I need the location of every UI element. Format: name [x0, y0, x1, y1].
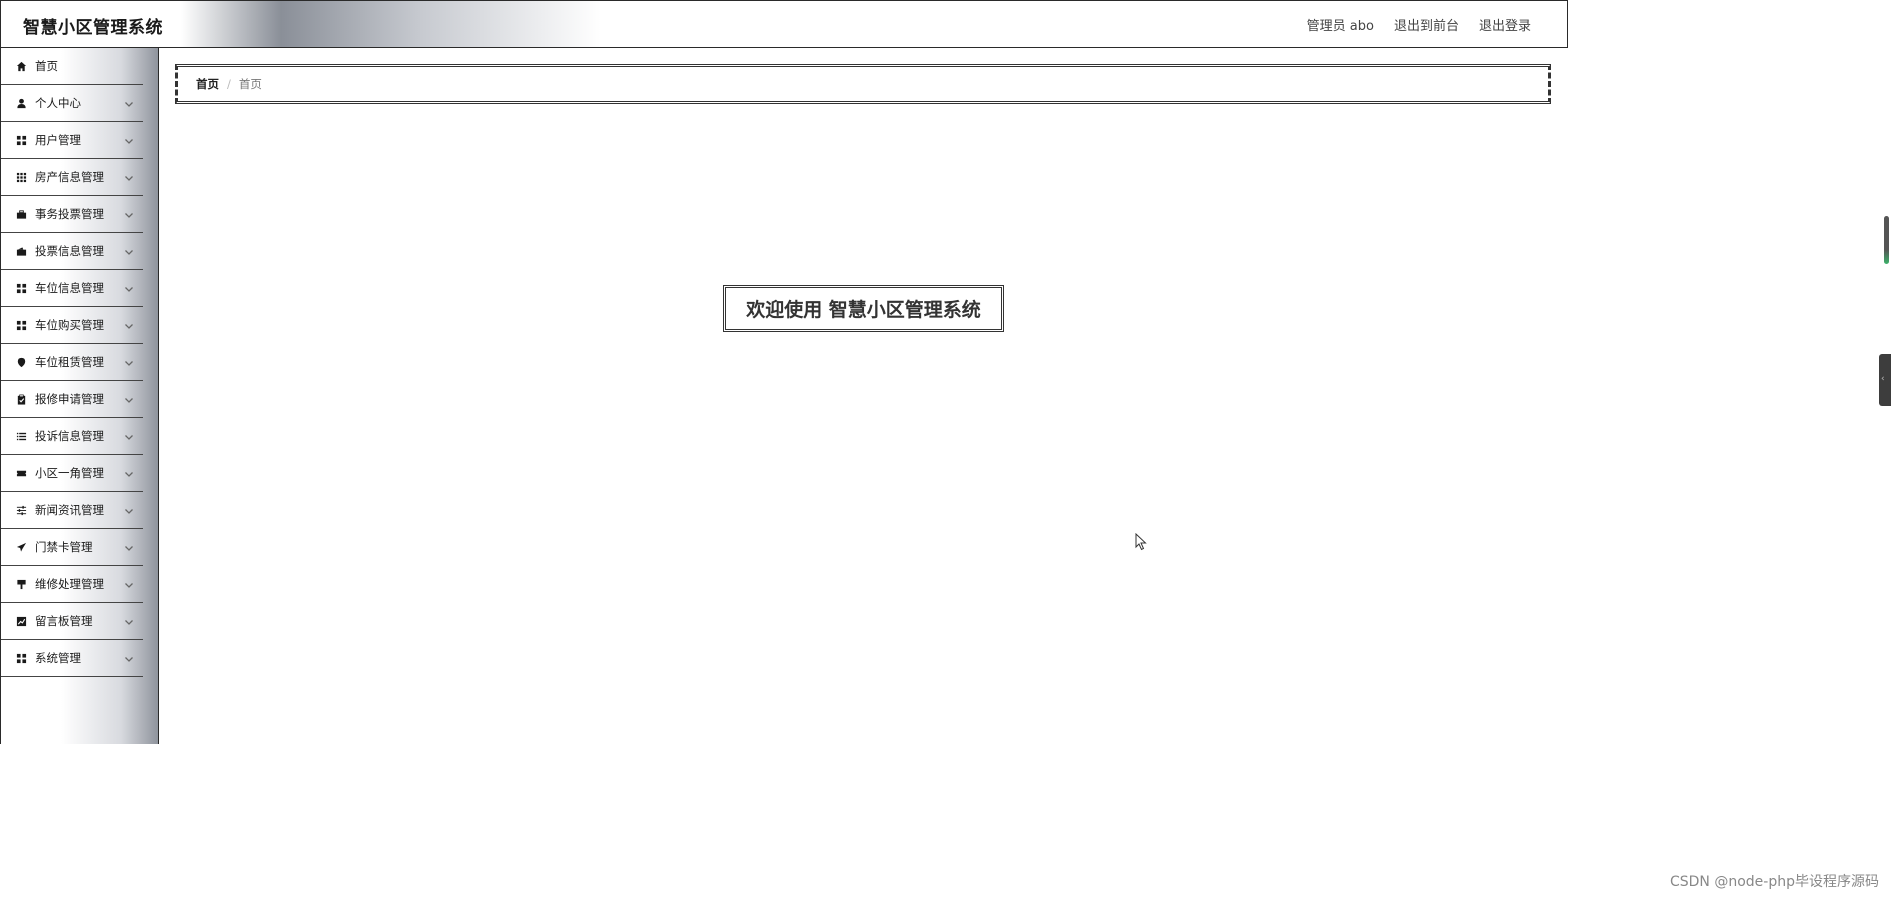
sidebar-item-11[interactable]: 投诉信息管理 — [1, 418, 143, 455]
sidebar-item-label: 系统管理 — [35, 651, 81, 665]
chevron-down-icon — [124, 135, 134, 145]
chevron-down-icon — [124, 98, 134, 108]
sidebar-item-15[interactable]: 维修处理管理 — [1, 566, 143, 603]
header-nav: 管理员 abo 退出到前台 退出登录 — [1307, 15, 1531, 34]
briefcase-icon — [15, 208, 27, 220]
list-icon — [15, 430, 27, 442]
sidebar-item-9[interactable]: 车位租赁管理 — [1, 344, 143, 381]
chevron-down-icon — [124, 431, 134, 441]
sidebar-item-6[interactable]: 投票信息管理 — [1, 233, 143, 270]
chevron-down-icon — [124, 320, 134, 330]
sidebar-item-2[interactable]: 个人中心 — [1, 85, 143, 122]
chevron-down-icon — [124, 246, 134, 256]
chevron-down-icon — [124, 653, 134, 663]
breadcrumb-home[interactable]: 首页 — [196, 76, 219, 92]
sidebar-item-label: 留言板管理 — [35, 614, 93, 628]
sliders-icon — [15, 504, 27, 516]
sidebar-item-7[interactable]: 车位信息管理 — [1, 270, 143, 307]
sidebar-item-label: 新闻资讯管理 — [35, 503, 104, 517]
sidebar-item-3[interactable]: 用户管理 — [1, 122, 143, 159]
breadcrumb-separator: / — [227, 77, 231, 91]
logout-link[interactable]: 退出登录 — [1479, 15, 1531, 34]
sidebar-item-16[interactable]: 留言板管理 — [1, 603, 143, 640]
sidebar-item-label: 房产信息管理 — [35, 170, 104, 184]
chevron-down-icon — [124, 505, 134, 515]
sidebar-item-10[interactable]: 报修申请管理 — [1, 381, 143, 418]
welcome-banner: 欢迎使用 智慧小区管理系统 — [723, 285, 1004, 332]
chevron-down-icon — [124, 209, 134, 219]
exit-to-front-link[interactable]: 退出到前台 — [1394, 15, 1459, 34]
sidebar-item-label: 首页 — [35, 59, 58, 73]
current-user-label: 管理员 abo — [1306, 19, 1374, 34]
sidebar-item-label: 用户管理 — [35, 133, 81, 147]
scrollbar-thumb[interactable] — [1884, 216, 1889, 264]
sidebar-item-label: 投票信息管理 — [35, 244, 104, 258]
app-title: 智慧小区管理系统 — [23, 18, 163, 38]
sidebar-item-4[interactable]: 房产信息管理 — [1, 159, 143, 196]
sidebar-item-14[interactable]: 门禁卡管理 — [1, 529, 143, 566]
sidebar-item-label: 投诉信息管理 — [35, 429, 104, 443]
chevron-down-icon — [124, 579, 134, 589]
sidebar-item-label: 小区一角管理 — [35, 466, 104, 480]
chevron-down-icon — [124, 172, 134, 182]
sidebar-item-label: 车位租赁管理 — [35, 355, 104, 369]
main-content: 首页 / 首页 欢迎使用 智慧小区管理系统 — [158, 48, 1568, 744]
wallet-icon — [15, 245, 27, 257]
sidebar-item-1[interactable]: 首页 — [1, 48, 143, 85]
ticket-icon — [15, 467, 27, 479]
grid-icon — [15, 282, 27, 294]
grid-icon — [15, 319, 27, 331]
send-icon — [15, 541, 27, 553]
sidebar-item-13[interactable]: 新闻资讯管理 — [1, 492, 143, 529]
sidebar-item-label: 维修处理管理 — [35, 577, 104, 591]
mouse-cursor-icon — [1135, 533, 1147, 551]
chevron-down-icon — [124, 357, 134, 367]
home-icon — [15, 60, 27, 72]
sidebar-item-12[interactable]: 小区一角管理 — [1, 455, 143, 492]
grid-icon — [15, 134, 27, 146]
chevron-down-icon — [124, 616, 134, 626]
side-drawer-tab[interactable]: ‹ — [1879, 354, 1891, 406]
apps-icon — [15, 171, 27, 183]
chevron-down-icon — [124, 283, 134, 293]
sidebar-item-label: 报修申请管理 — [35, 392, 104, 406]
chevron-left-icon: ‹ — [1881, 374, 1885, 384]
pin-icon — [15, 356, 27, 368]
chevron-down-icon — [124, 542, 134, 552]
breadcrumb: 首页 / 首页 — [175, 64, 1551, 104]
brush-icon — [15, 578, 27, 590]
sidebar-item-label: 事务投票管理 — [35, 207, 104, 221]
sidebar-item-5[interactable]: 事务投票管理 — [1, 196, 143, 233]
sidebar-item-17[interactable]: 系统管理 — [1, 640, 143, 677]
top-header: 智慧小区管理系统 管理员 abo 退出到前台 退出登录 — [0, 0, 1568, 48]
breadcrumb-current: 首页 — [238, 77, 262, 91]
sidebar-item-label: 车位购买管理 — [35, 318, 104, 332]
grid-icon — [15, 652, 27, 664]
sidebar: 首页个人中心用户管理房产信息管理 事务投票管理 投票信息管理 车位信息管理 车位购买管理… — [0, 48, 158, 744]
clipboard-icon — [15, 393, 27, 405]
chevron-down-icon — [124, 394, 134, 404]
sidebar-item-label: 门禁卡管理 — [35, 540, 93, 554]
sidebar-item-8[interactable]: 车位购买管理 — [1, 307, 143, 344]
sidebar-item-label: 个人中心 — [35, 96, 81, 110]
chart-icon — [15, 615, 27, 627]
user-icon — [15, 97, 27, 109]
watermark: CSDN @node-php毕设程序源码 — [1669, 874, 1879, 890]
sidebar-item-label: 车位信息管理 — [35, 281, 104, 295]
chevron-down-icon — [124, 468, 134, 478]
